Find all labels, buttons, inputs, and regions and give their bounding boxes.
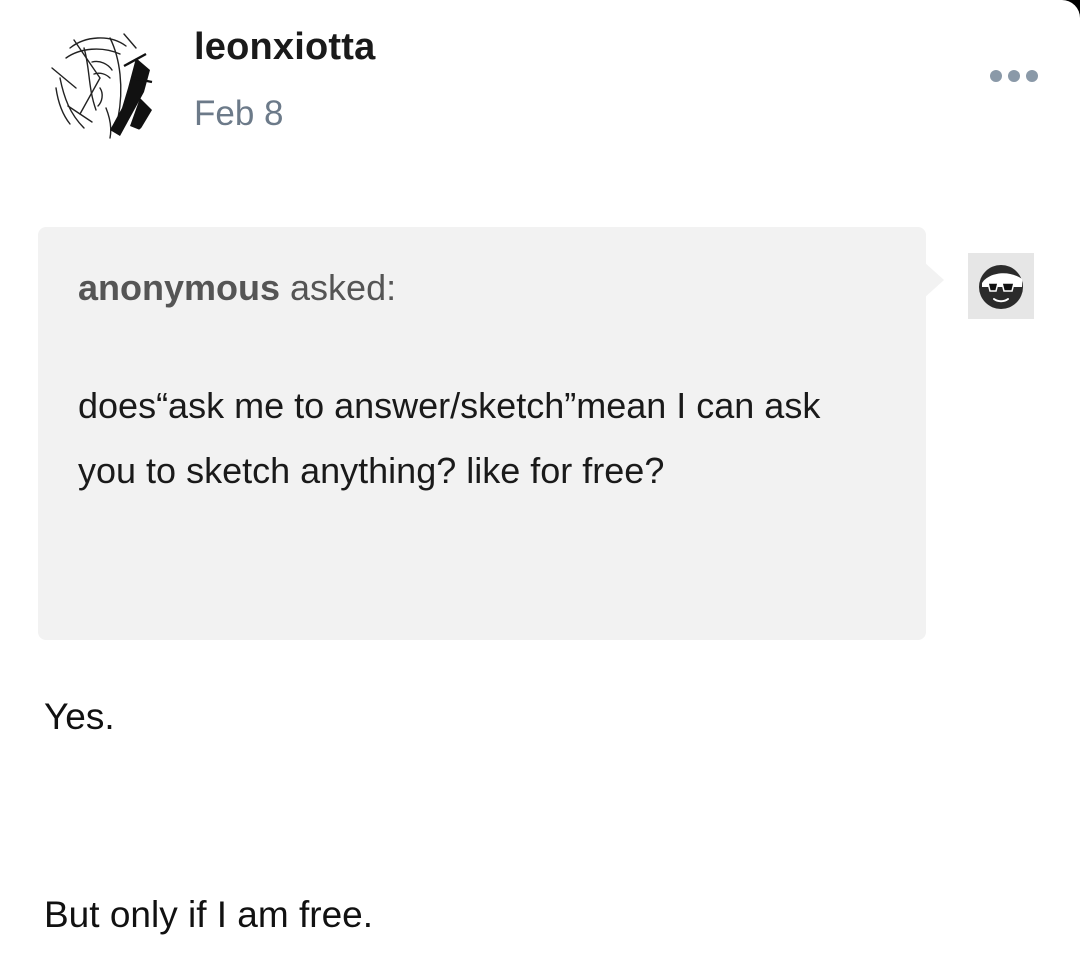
asker-name[interactable]: anonymous (78, 267, 280, 308)
more-options-icon (990, 70, 1038, 82)
ask-bubble-tail (924, 262, 944, 298)
answer-paragraph: But only if I am free. (44, 894, 374, 935)
question-text: does“ask me to answer/sketch”mean I can … (78, 385, 821, 491)
ask-bubble: anonymous asked: does“ask me to answer/s… (38, 227, 926, 640)
asker-line: anonymous asked: (78, 267, 396, 309)
asked-label: asked: (280, 267, 397, 308)
sketch-portrait-icon (40, 18, 164, 142)
answer-paragraph: Yes. (44, 696, 115, 737)
post-card: leonxiotta Feb 8 anonymous asked: does“a… (0, 0, 1080, 955)
asker-avatar (968, 253, 1034, 319)
more-options-button[interactable] (984, 60, 1044, 92)
author-avatar[interactable] (40, 18, 164, 142)
sunglasses-face-icon (968, 253, 1034, 319)
post-date: Feb 8 (194, 94, 284, 133)
author-username[interactable]: leonxiotta (194, 26, 375, 69)
